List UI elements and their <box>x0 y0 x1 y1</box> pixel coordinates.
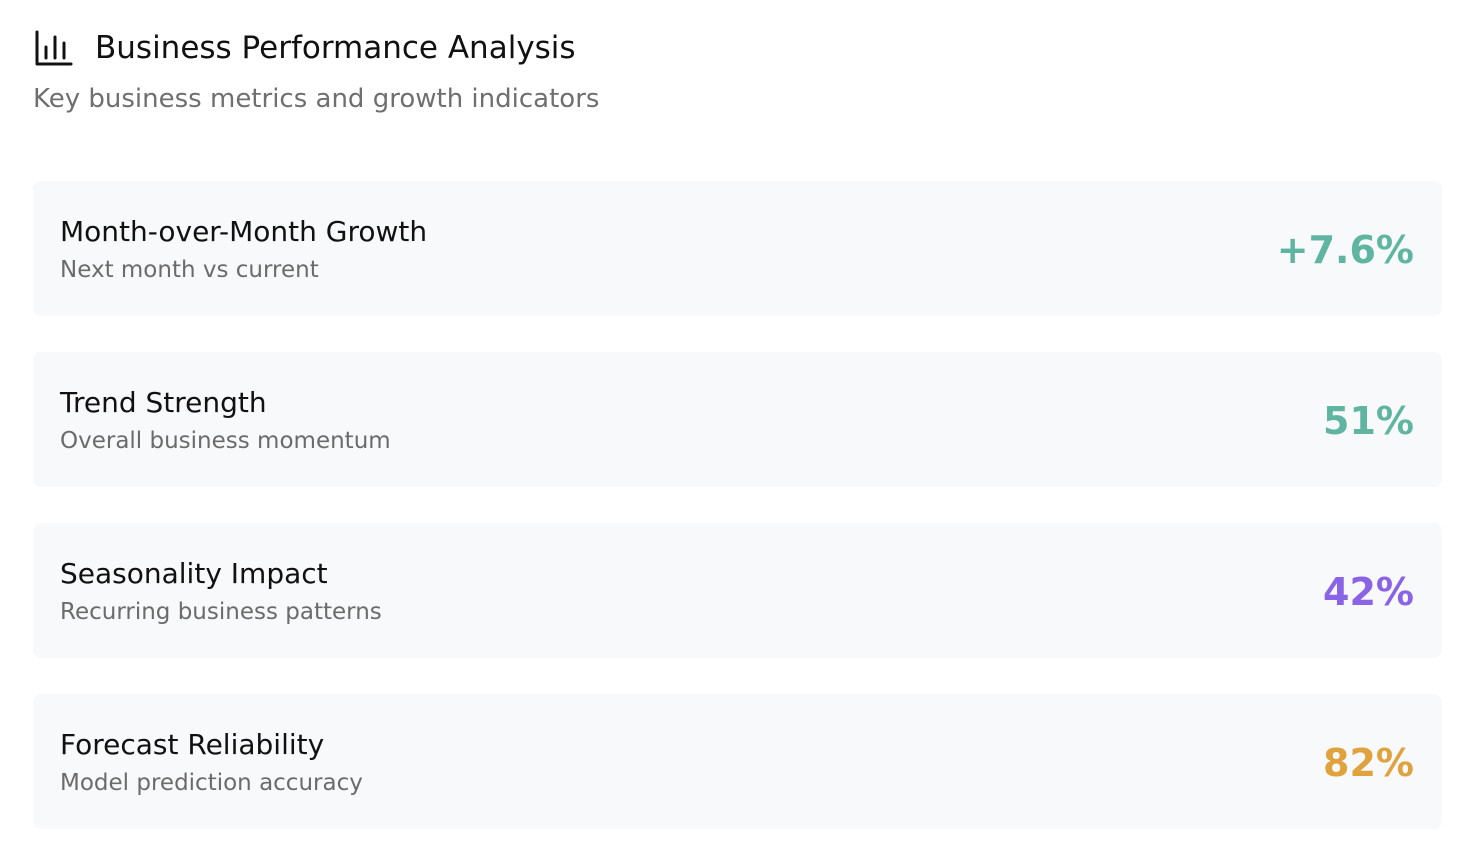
metric-value: 42% <box>1323 570 1414 614</box>
metric-text: Trend Strength Overall business momentum <box>60 386 391 456</box>
metric-description: Overall business momentum <box>60 428 391 454</box>
metric-value: +7.6% <box>1276 228 1414 272</box>
page-subtitle: Key business metrics and growth indicato… <box>33 84 600 114</box>
metrics-list: Month-over-Month Growth Next month vs cu… <box>33 181 1442 865</box>
metric-card-forecast-reliability: Forecast Reliability Model prediction ac… <box>33 694 1442 829</box>
bar-chart-icon <box>33 28 73 68</box>
metric-value: 82% <box>1323 741 1414 785</box>
metric-description: Next month vs current <box>60 257 319 283</box>
metric-text: Forecast Reliability Model prediction ac… <box>60 728 363 798</box>
metric-title: Seasonality Impact <box>60 557 328 590</box>
metric-description: Model prediction accuracy <box>60 770 363 796</box>
metric-card-seasonality-impact: Seasonality Impact Recurring business pa… <box>33 523 1442 658</box>
metric-text: Seasonality Impact Recurring business pa… <box>60 557 382 627</box>
metric-description: Recurring business patterns <box>60 599 382 625</box>
metric-title: Month-over-Month Growth <box>60 215 428 248</box>
page-title: Business Performance Analysis <box>95 30 576 66</box>
metric-card-mom-growth: Month-over-Month Growth Next month vs cu… <box>33 181 1442 316</box>
metric-title: Trend Strength <box>60 386 267 419</box>
metric-value: 51% <box>1323 399 1414 443</box>
title-row: Business Performance Analysis <box>33 26 1442 70</box>
header: Business Performance Analysis Key busine… <box>33 26 1442 114</box>
metric-text: Month-over-Month Growth Next month vs cu… <box>60 215 427 285</box>
metric-card-trend-strength: Trend Strength Overall business momentum… <box>33 352 1442 487</box>
metric-title: Forecast Reliability <box>60 728 325 761</box>
